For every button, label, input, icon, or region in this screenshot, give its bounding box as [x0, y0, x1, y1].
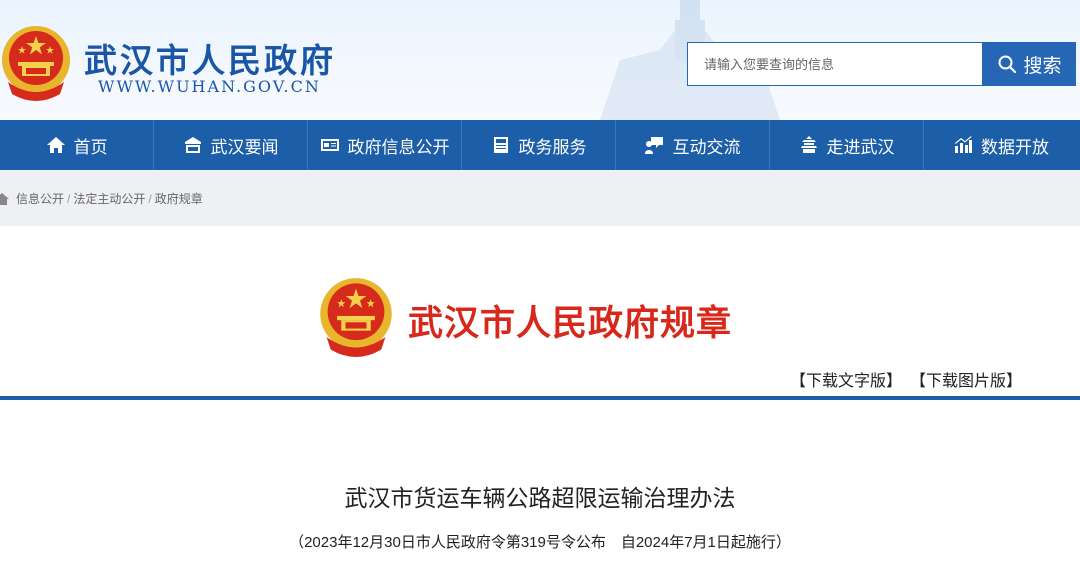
nav-item-about-wuhan[interactable]: 走进武汉 [770, 120, 924, 170]
nav-item-label: 互动交流 [672, 137, 741, 157]
rules-section-title: 武汉市人民政府规章 [408, 303, 733, 344]
site-title[interactable]: 武汉市人民政府 [84, 34, 336, 82]
download-links: 【下载文字版】 【下载图片版】 [790, 367, 1022, 391]
home-icon [46, 137, 65, 153]
download-image-version-link[interactable]: 【下载图片版】 [910, 367, 1022, 391]
nav-item-home[interactable]: 首页 [0, 120, 154, 170]
id-card-icon [320, 139, 339, 151]
breadcrumb-item-info-public[interactable]: 信息公开 [16, 190, 64, 207]
landmark-icon [800, 136, 817, 153]
main-nav: 首页 武汉要闻 政府信息公开 政务服务 互动交流 走进武汉 数据开放 [0, 120, 1080, 170]
site-url[interactable]: WWW.WUHAN.GOV.CN [98, 77, 321, 96]
search-button-label: 搜索 [1023, 55, 1062, 77]
document-title: 武汉市货运车辆公路超限运输治理办法 [344, 485, 736, 511]
nav-item-label: 走进武汉 [826, 137, 895, 157]
search-icon [998, 55, 1017, 74]
nav-item-services[interactable]: 政务服务 [462, 120, 616, 170]
nav-item-interaction[interactable]: 互动交流 [616, 120, 770, 170]
download-text-version-link[interactable]: 【下载文字版】 [790, 367, 902, 391]
breadcrumb-separator: / [148, 191, 152, 206]
news-icon [184, 137, 201, 153]
national-emblem-icon [2, 26, 70, 101]
nav-item-label: 首页 [73, 137, 108, 157]
document-icon [493, 137, 508, 153]
document-subtitle: （2023年12月30日市人民政府令第319号令公布 自2024年7月1日起施行… [289, 534, 791, 551]
breadcrumb-separator: / [67, 191, 71, 206]
nav-item-label: 数据开放 [981, 137, 1049, 157]
search-button[interactable]: 搜索 [983, 42, 1076, 86]
home-icon[interactable] [0, 192, 10, 206]
nav-item-label: 武汉要闻 [210, 137, 279, 157]
national-emblem-icon [320, 278, 392, 357]
nav-item-gov-info[interactable]: 政府信息公开 [308, 120, 462, 170]
chat-user-icon [644, 137, 663, 154]
search-input[interactable] [688, 43, 982, 85]
breadcrumb-item-gov-rules[interactable]: 政府规章 [155, 190, 203, 207]
nav-item-news[interactable]: 武汉要闻 [154, 120, 308, 170]
nav-item-open-data[interactable]: 数据开放 [924, 120, 1078, 170]
nav-item-label: 政务服务 [518, 137, 587, 157]
nav-item-label: 政府信息公开 [347, 137, 450, 157]
search-box [687, 42, 983, 86]
divider [0, 396, 1080, 400]
breadcrumb: 信息公开 / 法定主动公开 / 政府规章 [0, 190, 203, 207]
breadcrumb-item-legal-public[interactable]: 法定主动公开 [73, 190, 145, 207]
bar-chart-icon [955, 136, 972, 153]
